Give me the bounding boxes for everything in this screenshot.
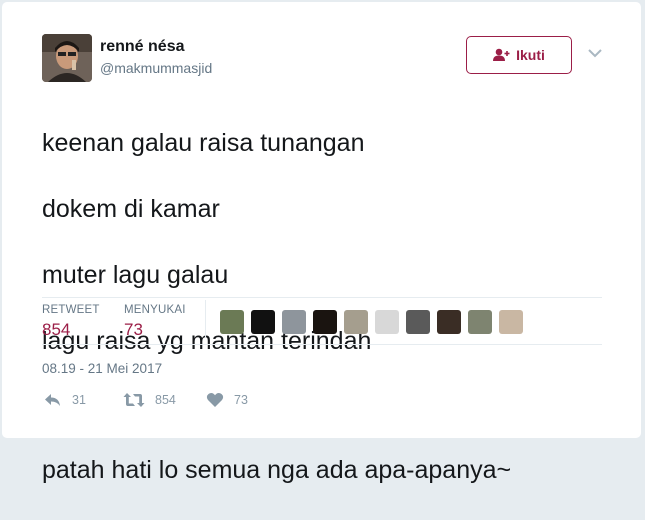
reply-count: 31 — [72, 393, 86, 407]
reply-icon — [45, 394, 60, 406]
like-count: 73 — [234, 393, 248, 407]
add-user-icon — [493, 48, 510, 61]
stat-divider — [205, 300, 206, 338]
likers-avatars — [220, 310, 523, 334]
follow-button-label: Ikuti — [516, 47, 545, 63]
liker-avatar[interactable] — [344, 310, 368, 334]
tweet-line: dokem di kamar — [42, 195, 220, 223]
liker-avatar[interactable] — [282, 310, 306, 334]
tweet-timestamp[interactable]: 08.19 - 21 Mei 2017 — [42, 361, 162, 376]
user-name[interactable]: renné nésa — [100, 38, 184, 56]
tweet-line: patah hati lo semua nga ada apa-apanya~ — [42, 456, 512, 484]
liker-avatar[interactable] — [406, 310, 430, 334]
tweet-line: muter lagu galau — [42, 261, 229, 289]
liker-avatar[interactable] — [375, 310, 399, 334]
reply-button[interactable]: 31 — [44, 392, 86, 408]
liker-avatar[interactable] — [313, 310, 337, 334]
retweet-stat-count[interactable]: 854 — [42, 320, 70, 340]
tweet-card: renné nésa @makmummasjid Ikuti keenan ga… — [2, 2, 641, 484]
tweet-line: keenan galau raisa tunangan — [42, 129, 365, 157]
divider — [42, 344, 602, 345]
likes-stat-label[interactable]: MENYUKAI — [124, 304, 186, 316]
likes-stat-count[interactable]: 73 — [124, 320, 143, 340]
liker-avatar[interactable] — [499, 310, 523, 334]
like-button[interactable]: 73 — [206, 392, 248, 408]
follow-button[interactable]: Ikuti — [466, 36, 572, 74]
retweet-icon — [123, 393, 145, 407]
retweet-count: 854 — [155, 393, 176, 407]
liker-avatar[interactable] — [437, 310, 461, 334]
retweet-stat-label[interactable]: RETWEET — [42, 304, 100, 316]
user-avatar[interactable] — [42, 34, 92, 82]
liker-avatar[interactable] — [251, 310, 275, 334]
user-handle[interactable]: @makmummasjid — [100, 60, 212, 76]
divider — [42, 297, 602, 298]
retweet-button[interactable]: 854 — [123, 392, 176, 408]
heart-icon — [206, 392, 224, 407]
chevron-down-icon[interactable] — [588, 48, 602, 58]
liker-avatar[interactable] — [220, 310, 244, 334]
liker-avatar[interactable] — [468, 310, 492, 334]
